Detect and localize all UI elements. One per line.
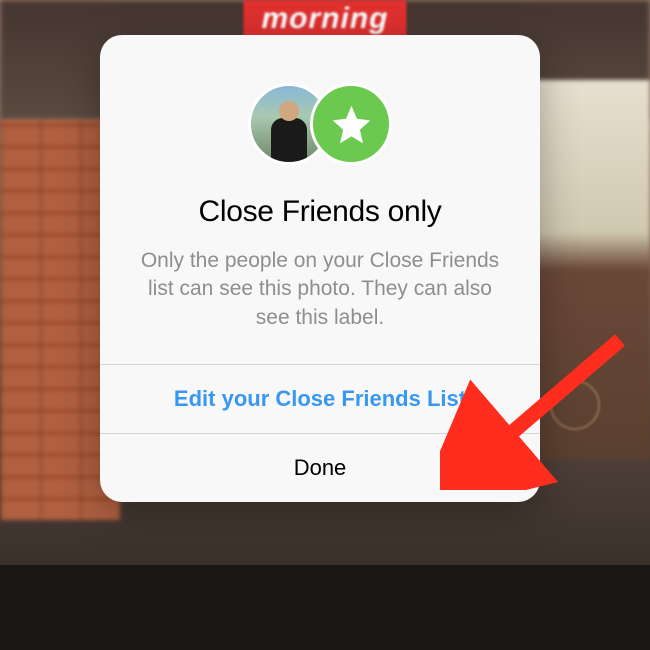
- story-gif-label: morning: [244, 0, 407, 38]
- dialog-content: Close Friends only Only the people on yo…: [100, 35, 540, 364]
- star-icon: [329, 102, 374, 147]
- done-button[interactable]: Done: [100, 433, 540, 502]
- edit-close-friends-button[interactable]: Edit your Close Friends List: [100, 364, 540, 433]
- close-friends-dialog: Close Friends only Only the people on yo…: [100, 35, 540, 502]
- dialog-title: Close Friends only: [130, 195, 510, 229]
- avatar-group: [130, 83, 510, 165]
- close-friends-badge: [310, 83, 392, 165]
- bg-counter: [0, 565, 650, 650]
- bg-coffee-logo: [550, 380, 600, 430]
- dialog-description: Only the people on your Close Friends li…: [130, 247, 510, 332]
